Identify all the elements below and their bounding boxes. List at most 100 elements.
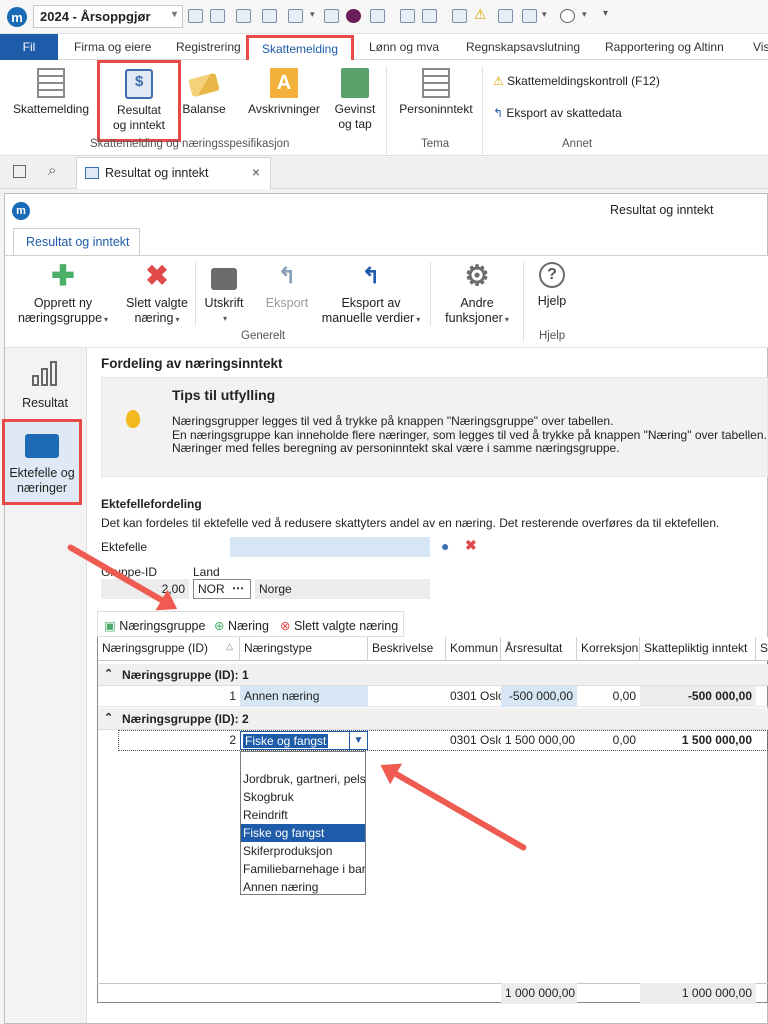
dropdown-option[interactable]: Familiebarnehage i barn: [241, 860, 365, 878]
person-icon[interactable]: ●: [441, 538, 449, 554]
printer-icon[interactable]: [400, 9, 415, 23]
warning-icon[interactable]: ⚠: [474, 6, 489, 22]
search-icon[interactable]: ⌕: [48, 162, 56, 179]
dropdown-option[interactable]: Skiferproduksjon: [241, 842, 365, 860]
tab-fil[interactable]: Fil: [0, 34, 58, 60]
naeringstype-dropdown[interactable]: Fiske og fangst ▼: [240, 731, 368, 750]
column-header-more[interactable]: Sk: [756, 637, 768, 661]
eraser-icon: [188, 72, 220, 98]
slett-valgte-naering-button[interactable]: ✖ Slett valgte næring ▾: [117, 262, 197, 327]
tab-vis[interactable]: Vis: [753, 38, 768, 60]
cell-kommune[interactable]: 0301 Oslo: [446, 686, 501, 707]
slett-valgte-naering-grid-button[interactable]: ⊗ Slett valgte næring: [280, 618, 398, 633]
nav-ektefelle-og-naeringer[interactable]: Ektefelle og næringer: [2, 419, 82, 505]
column-header-beskrivelse[interactable]: Beskrivelse: [368, 637, 446, 661]
overflow-icon[interactable]: ▾: [603, 8, 608, 19]
column-header-arsresultat[interactable]: Årsresultat: [501, 637, 577, 661]
close-window-icon[interactable]: [370, 9, 385, 23]
tab-rapportering-og-altinn[interactable]: Rapportering og Altinn: [605, 38, 724, 60]
land-code-field[interactable]: NOR ⋯: [193, 579, 251, 599]
tab-resultat-og-inntekt[interactable]: Resultat og inntekt: [13, 228, 140, 256]
eksport-skattedata-button[interactable]: ↰ Eksport av skattedata: [493, 106, 622, 120]
dropdown-option[interactable]: [241, 752, 365, 770]
cell-kommune[interactable]: 0301 Oslo: [446, 730, 501, 751]
dropdown-option[interactable]: Annen næring: [241, 878, 365, 896]
collapse-icon[interactable]: ⌃: [104, 711, 113, 724]
opprett-naeringsgruppe-button[interactable]: ✚ Opprett ny næringsgruppe ▾: [13, 262, 113, 327]
dropdown-option-selected[interactable]: Fiske og fangst: [241, 824, 365, 842]
chevron-down-icon[interactable]: ▼: [349, 732, 367, 749]
dropdown-option[interactable]: Jordbruk, gartneri, pels: [241, 770, 365, 788]
hjelp-label: Hjelp: [537, 294, 567, 308]
clear-icon[interactable]: ✖: [465, 537, 477, 554]
group-label: Næringsgruppe (ID): 1: [122, 668, 249, 682]
utskrift-button[interactable]: Utskrift ▾: [201, 262, 247, 326]
close-icon[interactable]: ×: [252, 164, 260, 180]
report-icon[interactable]: [210, 9, 225, 23]
eksport-manuelle-verdier-button[interactable]: ↰ Eksport av manuelle verdier ▾: [321, 262, 421, 327]
add-naeringsgruppe-button[interactable]: ▣ Næringsgruppe: [104, 618, 205, 633]
chevron-down-icon: ▾: [175, 315, 180, 324]
document-icon[interactable]: [522, 9, 537, 23]
tools-icon[interactable]: [262, 9, 277, 23]
monitor-icon[interactable]: [324, 9, 339, 23]
naeringsgruppe-label: næringsgruppe: [17, 311, 103, 325]
column-header-skattepliktig[interactable]: Skattepliktig inntekt: [640, 637, 756, 661]
edit-icon[interactable]: [288, 9, 303, 23]
cell-arsresultat[interactable]: -500 000,00: [501, 686, 577, 707]
cell-korreksjon[interactable]: 0,00: [577, 686, 640, 707]
skattemeldingskontroll-button[interactable]: ⚠ Skattemeldingskontroll (F12): [493, 74, 660, 88]
layout-icon[interactable]: [13, 165, 26, 178]
document-tab[interactable]: Resultat og inntekt ×: [76, 157, 271, 189]
nav-resultat[interactable]: Resultat: [14, 360, 76, 411]
tab-firma-og-eiere[interactable]: Firma og eiere: [74, 38, 151, 60]
page-title: Fordeling av næringsinntekt: [101, 356, 283, 371]
total-arsresultat: 1 000 000,00: [501, 983, 577, 1004]
cell-arsresultat[interactable]: 1 500 000,00: [501, 730, 577, 751]
andre-funksjoner-button[interactable]: ⚙ Andre funksjoner ▾: [439, 262, 515, 327]
group-row[interactable]: ⌃ Næringsgruppe (ID): 2: [98, 708, 768, 730]
nav-ektefelle-label: Ektefelle og: [9, 466, 75, 480]
personinntekt-button[interactable]: Personinntekt: [396, 68, 476, 117]
resultat-label: Resultat: [116, 103, 162, 117]
column-header-type[interactable]: Næringstype: [240, 637, 368, 661]
hjelp-button[interactable]: ? Hjelp: [529, 262, 575, 309]
tab-registrering[interactable]: Registrering: [176, 38, 241, 60]
ektefelle-field[interactable]: [230, 537, 430, 557]
calculator-icon[interactable]: [188, 9, 203, 23]
eksport-button[interactable]: ↰ Eksport: [261, 262, 313, 311]
tab-regnskapsavslutning[interactable]: Regnskapsavslutning: [466, 38, 580, 60]
land-name-value: Norge: [259, 582, 292, 596]
dropdown-option[interactable]: Reindrift: [241, 806, 365, 824]
chat-icon[interactable]: [498, 9, 513, 23]
scale-icon[interactable]: [236, 9, 251, 23]
cell-type[interactable]: Annen næring: [240, 686, 368, 707]
help-icon[interactable]: [560, 9, 575, 23]
mamut-icon[interactable]: [346, 9, 361, 23]
more-icon[interactable]: ⋯: [232, 581, 244, 595]
cell-id[interactable]: 2: [118, 730, 240, 751]
group-row[interactable]: ⌃ Næringsgruppe (ID): 1: [98, 664, 768, 686]
gevinst-og-tap-button[interactable]: Gevinst og tap: [330, 68, 380, 132]
avskrivninger-button[interactable]: A Avskrivninger: [244, 68, 324, 117]
add-naering-button[interactable]: ⊕ Næring: [214, 618, 269, 633]
dropdown-arrow-icon[interactable]: ▾: [542, 9, 547, 20]
dropdown-arrow-icon[interactable]: ▾: [582, 9, 587, 20]
ribbon-divider: [386, 66, 387, 154]
year-selector[interactable]: 2024 - Årsoppgjør ▾: [33, 5, 183, 28]
collapse-icon[interactable]: ⌃: [104, 667, 113, 680]
skattemelding-button[interactable]: Skattemelding: [8, 68, 94, 117]
column-header-korreksjon[interactable]: Korreksjon: [577, 637, 640, 661]
grid-icon[interactable]: [452, 9, 467, 23]
resultat-og-inntekt-button[interactable]: Resultat og inntekt: [97, 60, 181, 142]
tab-lonn-og-mva[interactable]: Lønn og mva: [369, 38, 439, 60]
print-preview-icon[interactable]: [422, 9, 437, 23]
column-header-id[interactable]: Næringsgruppe (ID) △: [98, 637, 240, 661]
dropdown-arrow-icon[interactable]: ▾: [310, 9, 315, 20]
dropdown-option[interactable]: Skogbruk: [241, 788, 365, 806]
cell-id[interactable]: 1: [118, 686, 240, 707]
tips-line: Næringsgrupper legges til ved å trykke p…: [172, 414, 614, 428]
cell-korreksjon[interactable]: 0,00: [577, 730, 640, 751]
balanse-button[interactable]: Balanse: [182, 68, 226, 117]
column-header-kommune[interactable]: Kommun: [446, 637, 501, 661]
